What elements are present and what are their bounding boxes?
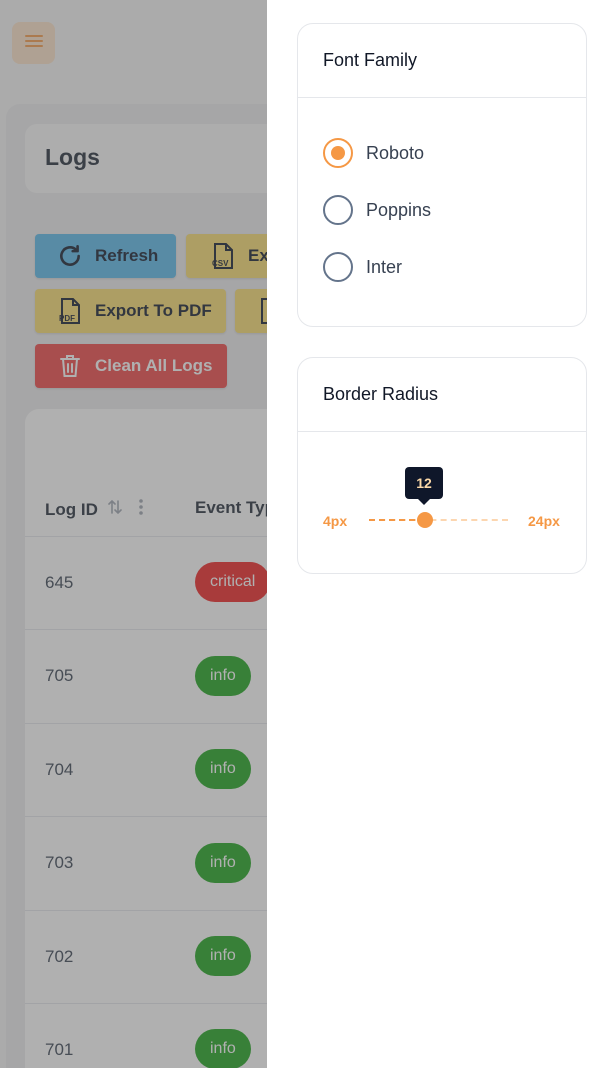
font-option-label: Inter [366,256,403,277]
radio-button[interactable] [323,252,353,282]
border-radius-panel: Border Radius [297,357,587,574]
font-option-roboto[interactable]: Roboto [323,138,424,168]
slider-value-tooltip: 12 [405,467,443,505]
radio-button-checked[interactable] [323,138,353,168]
settings-drawer: Font Family Roboto Poppins Inter Border … [267,0,605,1068]
font-family-title: Font Family [298,24,586,98]
font-option-label: Roboto [366,142,425,163]
slider-max-label: 24px [528,513,560,529]
border-radius-title: Border Radius [298,358,586,432]
font-family-panel: Font Family Roboto Poppins Inter [297,23,587,327]
font-option-inter[interactable]: Inter [323,252,402,282]
radio-button[interactable] [323,195,353,225]
font-option-poppins[interactable]: Poppins [323,195,431,225]
font-option-label: Poppins [366,199,432,220]
border-radius-slider-thumb[interactable] [416,512,433,528]
slider-min-label: 4px [323,513,348,529]
